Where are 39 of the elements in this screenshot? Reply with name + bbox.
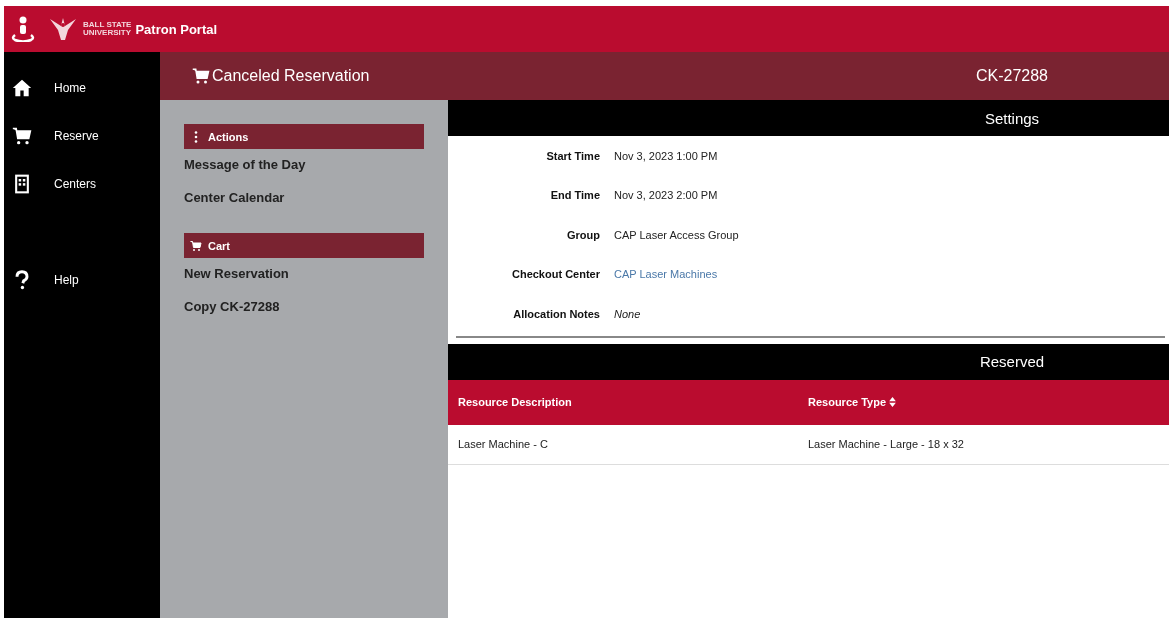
action-link[interactable]: Message of the Day bbox=[184, 157, 424, 182]
university-wordmark: BALL STATE UNIVERSITY bbox=[83, 21, 132, 37]
field-label: Group bbox=[566, 228, 600, 241]
building-icon bbox=[12, 174, 32, 194]
nav-item[interactable]: Centers bbox=[4, 160, 160, 208]
section-title: Settings bbox=[983, 109, 1041, 127]
table-cell: Laser Machine - Large - 18 x 32 bbox=[808, 438, 964, 450]
action-link[interactable]: Center Calendar bbox=[184, 190, 424, 215]
nav-item[interactable]: Home bbox=[4, 64, 160, 112]
sort-icon[interactable] bbox=[889, 397, 897, 407]
field-value: CAP Laser Access Group bbox=[614, 228, 739, 241]
field-label: Allocation Notes bbox=[512, 307, 600, 320]
field-label: End Time bbox=[549, 189, 600, 202]
field-value: Nov 3, 2023 1:00 PM bbox=[614, 149, 718, 162]
cart-icon bbox=[192, 67, 210, 85]
column-header[interactable]: Resource Type bbox=[798, 396, 1148, 408]
page-title: Canceled Reservation bbox=[212, 67, 370, 85]
nav-item[interactable]: Help bbox=[4, 256, 160, 304]
kebab-icon bbox=[194, 130, 198, 143]
field-value: Nov 3, 2023 2:00 PM bbox=[614, 189, 718, 202]
person-pin-icon bbox=[10, 16, 36, 42]
field-link[interactable]: CAP Laser Machines bbox=[614, 268, 718, 281]
action-link[interactable]: New Reservation bbox=[184, 266, 424, 291]
section-title: Reserved bbox=[978, 353, 1046, 370]
reservation-id: CK-27288 bbox=[974, 67, 1049, 85]
app-title: Patron Portal bbox=[135, 21, 218, 37]
cart-icon bbox=[12, 126, 32, 146]
section-title: Cart bbox=[208, 239, 230, 252]
section-title: Actions bbox=[208, 130, 249, 143]
bird-logo-icon bbox=[48, 16, 78, 42]
home-icon bbox=[12, 78, 32, 98]
action-link[interactable]: Copy CK-27288 bbox=[184, 299, 424, 324]
field-label: Checkout Center bbox=[510, 268, 600, 281]
field-value: None bbox=[614, 307, 641, 320]
nav-item[interactable]: Reserve bbox=[4, 112, 160, 160]
column-header: Resource Description bbox=[457, 396, 573, 408]
cart-icon bbox=[190, 239, 202, 252]
table-cell: Laser Machine - C bbox=[458, 438, 548, 450]
field-label: Start Time bbox=[545, 149, 600, 162]
